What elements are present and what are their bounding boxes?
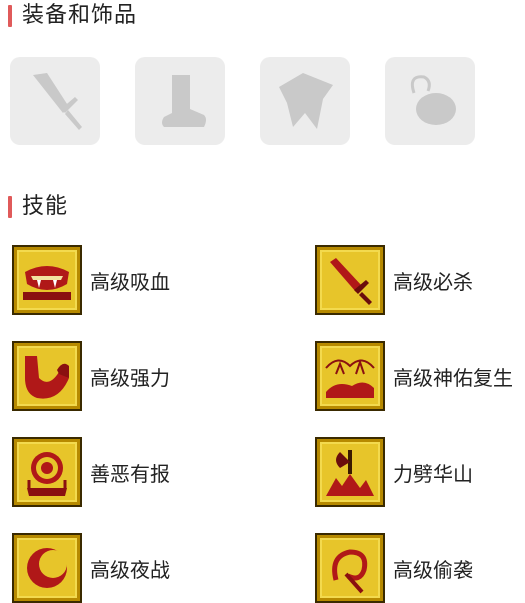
- skill-icon-frame: [12, 533, 82, 603]
- skill-label: 高级吸血: [90, 269, 170, 294]
- skill-item-sneak-attack[interactable]: 高级偷袭: [315, 533, 473, 603]
- skill-label: 高级神佑复生: [393, 365, 513, 390]
- equipment-slots: [10, 57, 480, 147]
- skill-label: 高级偷袭: [393, 557, 473, 582]
- night-combat-icon: [27, 548, 67, 588]
- equipment-section-title: 装备和饰品: [22, 3, 138, 28]
- skill-icon-frame: [315, 437, 385, 507]
- skill-icon-frame: [315, 533, 385, 603]
- skill-item-karma[interactable]: 善恶有报: [12, 437, 170, 507]
- skill-label: 高级强力: [90, 365, 170, 390]
- skill-label: 高级必杀: [393, 269, 473, 294]
- skill-item-vampire[interactable]: 高级吸血: [12, 245, 170, 315]
- skill-label: 高级夜战: [90, 557, 170, 582]
- skill-icon-frame: [12, 245, 82, 315]
- resurrection-icon: [325, 358, 375, 398]
- section-accent-bar: [8, 5, 12, 27]
- skill-icon-frame: [315, 341, 385, 411]
- strength-arm-icon: [25, 356, 69, 399]
- skill-icon-frame: [12, 437, 82, 507]
- vampire-mouth-icon: [23, 266, 71, 300]
- skill-label: 善恶有报: [90, 461, 170, 486]
- skill-icon-frame: [315, 245, 385, 315]
- skill-item-critical[interactable]: 高级必杀: [315, 245, 473, 315]
- skill-icon-frame: [12, 341, 82, 411]
- equipment-slot-cloak[interactable]: [260, 57, 350, 145]
- equipment-slot-boot[interactable]: [135, 57, 225, 145]
- critical-sword-icon: [330, 258, 372, 305]
- sneak-attack-icon: [332, 549, 368, 594]
- boot-icon: [162, 75, 206, 127]
- equipment-slot-amulet[interactable]: [385, 57, 475, 145]
- equipment-slot-sword[interactable]: [10, 57, 100, 145]
- section-accent-bar: [8, 196, 12, 218]
- cloak-icon: [279, 73, 333, 129]
- amulet-icon: [410, 75, 456, 125]
- cleave-axe-icon: [326, 450, 374, 496]
- skill-label: 力劈华山: [393, 461, 473, 486]
- sword-icon: [33, 73, 82, 130]
- skills-section-title: 技能: [22, 194, 69, 219]
- skill-item-resurrection[interactable]: 高级神佑复生: [315, 341, 513, 411]
- karma-emblem-icon: [27, 452, 67, 496]
- skill-item-strength[interactable]: 高级强力: [12, 341, 170, 411]
- skills-section-header: 技能: [0, 193, 68, 221]
- skill-item-night-combat[interactable]: 高级夜战: [12, 533, 170, 603]
- skill-item-cleave[interactable]: 力劈华山: [315, 437, 473, 507]
- equipment-section-header: 装备和饰品: [0, 2, 137, 30]
